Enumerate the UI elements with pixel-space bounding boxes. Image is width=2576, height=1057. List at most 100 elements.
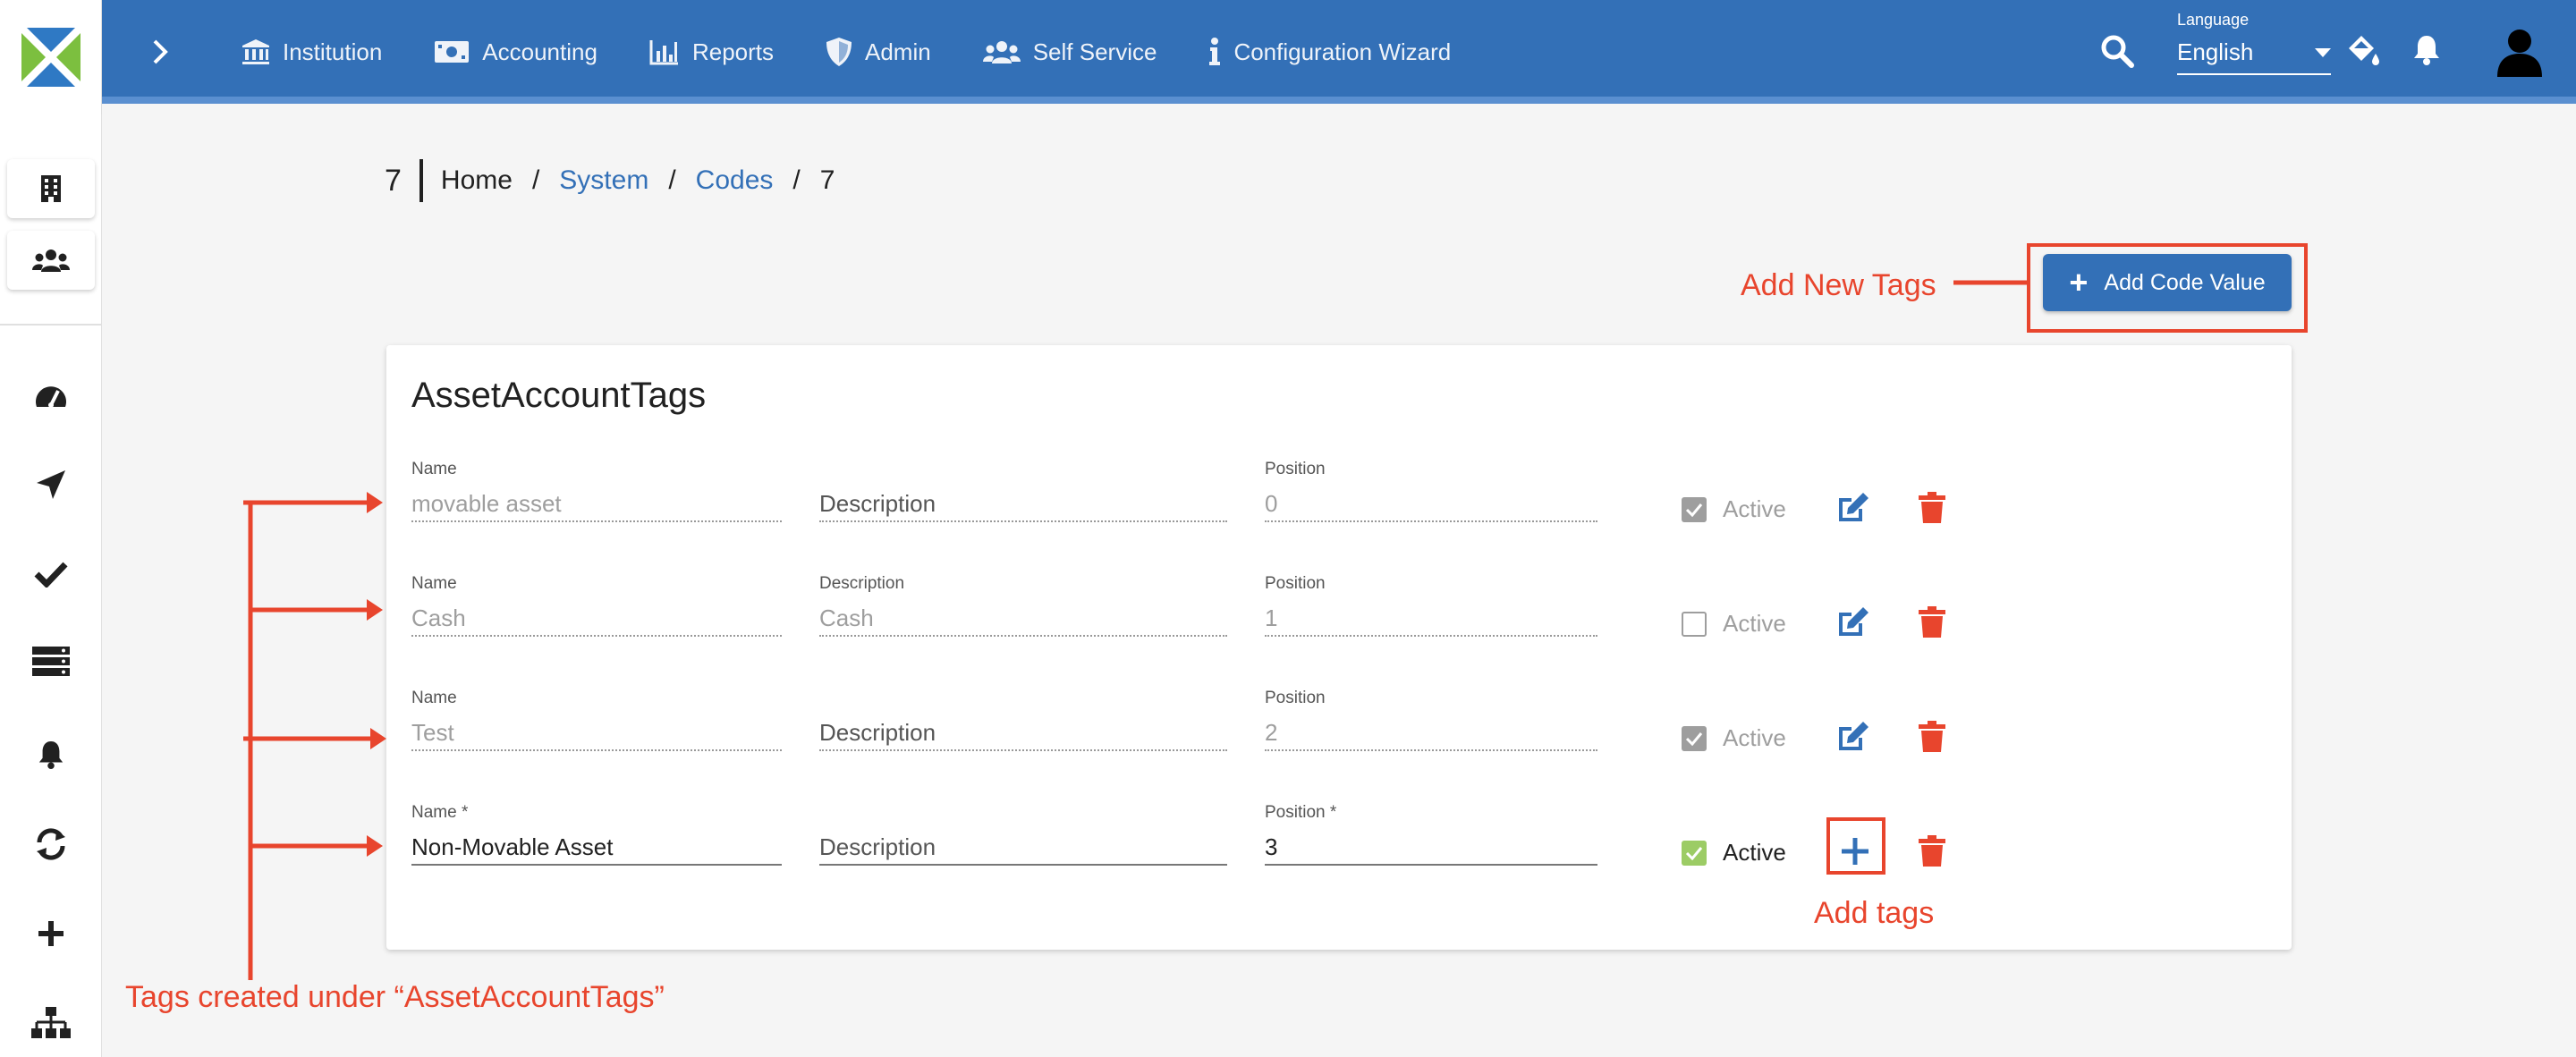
nav-reports[interactable]: Reports	[649, 38, 774, 66]
breadcrumb-separator: /	[668, 165, 676, 195]
sync-icon[interactable]	[31, 824, 71, 864]
position-field[interactable]: Position * 3	[1265, 803, 1597, 866]
delete-icon[interactable]	[1912, 717, 1952, 757]
nav-configuration-wizard[interactable]: Configuration Wizard	[1208, 38, 1451, 66]
paint-bucket-icon[interactable]	[2345, 32, 2381, 72]
bank-icon	[242, 39, 269, 64]
name-field[interactable]: Name * Non-Movable Asset	[411, 803, 782, 866]
active-checkbox[interactable]	[1682, 612, 1707, 637]
field-label: Position	[1265, 460, 1326, 478]
language-selected: English	[2177, 38, 2254, 65]
nav-admin[interactable]: Admin	[826, 37, 931, 67]
active-checkbox[interactable]	[1682, 497, 1707, 522]
field-label: Position	[1265, 689, 1326, 707]
description-field[interactable]: Description Cash	[819, 574, 1227, 637]
delete-icon[interactable]	[1912, 488, 1952, 528]
check-icon	[1685, 503, 1703, 517]
active-label: Active	[1723, 839, 1786, 866]
name-field[interactable]: Name movable asset	[411, 460, 782, 522]
dashboard-gauge-icon[interactable]	[31, 376, 71, 415]
name-input[interactable]: Cash	[411, 596, 782, 637]
breadcrumb-separator: /	[531, 165, 540, 195]
edit-icon[interactable]	[1834, 603, 1873, 642]
nav-accounting[interactable]: Accounting	[434, 38, 597, 66]
description-input[interactable]: Description	[819, 824, 1227, 866]
nav-label: Self Service	[1032, 38, 1157, 65]
annotation-add-new-tags: Add New Tags	[1741, 268, 1936, 302]
language-select[interactable]: Language English	[2177, 11, 2331, 75]
nav-label: Accounting	[482, 38, 597, 65]
check-icon	[1685, 732, 1703, 746]
active-label: Active	[1723, 724, 1786, 751]
server-list-icon[interactable]	[31, 642, 71, 681]
description-field[interactable]: Description	[819, 689, 1227, 751]
position-input[interactable]: 1	[1265, 596, 1597, 637]
sidebar-users-button[interactable]	[7, 231, 95, 290]
name-input[interactable]: Test	[411, 710, 782, 751]
position-field[interactable]: Position 1	[1265, 574, 1597, 637]
card-title: AssetAccountTags	[411, 376, 707, 415]
building-icon	[41, 175, 61, 202]
description-input[interactable]: Cash	[819, 596, 1227, 637]
nav-institution[interactable]: Institution	[242, 38, 382, 66]
add-code-value-highlight	[2027, 243, 2308, 333]
nav-self-service[interactable]: Self Service	[982, 38, 1157, 66]
breadcrumb-system[interactable]: System	[559, 165, 648, 196]
name-field[interactable]: Name Cash	[411, 574, 782, 637]
field-label	[819, 803, 1227, 824]
chevron-right-icon[interactable]	[143, 34, 179, 70]
page-number: 7	[385, 163, 402, 198]
main-nav: Institution Accounting Reports Admin Sel…	[242, 27, 1503, 77]
description-input[interactable]: Description	[819, 481, 1227, 522]
breadcrumb-current: 7	[819, 165, 835, 195]
field-label: Name *	[411, 803, 469, 822]
sidebar-institution-button[interactable]	[7, 159, 95, 218]
breadcrumb-divider	[419, 159, 423, 202]
nav-label: Admin	[865, 38, 931, 65]
delete-icon[interactable]	[1912, 603, 1952, 642]
field-label: Position *	[1265, 803, 1337, 822]
breadcrumb-separator: /	[792, 165, 801, 195]
code-values-card: AssetAccountTags Name movable asset Desc…	[386, 345, 2292, 950]
breadcrumb-home[interactable]: Home	[441, 165, 513, 196]
description-field[interactable]: Description	[819, 460, 1227, 522]
description-field[interactable]: Description	[819, 803, 1227, 866]
checkmark-icon[interactable]	[31, 554, 71, 594]
breadcrumb-codes[interactable]: Codes	[696, 165, 774, 196]
position-input[interactable]: 2	[1265, 710, 1597, 751]
language-value[interactable]: English	[2177, 38, 2331, 75]
breadcrumb: 7 Home / System / Codes / 7	[385, 159, 835, 202]
field-label	[819, 689, 1227, 710]
delete-icon[interactable]	[1912, 832, 1952, 871]
check-icon	[1685, 847, 1703, 860]
name-field[interactable]: Name Test	[411, 689, 782, 751]
position-field[interactable]: Position 2	[1265, 689, 1597, 751]
bell-icon[interactable]	[31, 735, 71, 774]
name-input[interactable]: movable asset	[411, 481, 782, 522]
notification-bell-icon[interactable]	[2411, 34, 2442, 71]
plus-icon[interactable]	[31, 914, 71, 953]
shield-icon	[826, 38, 852, 66]
org-chart-icon[interactable]	[31, 1003, 71, 1043]
edit-icon[interactable]	[1834, 488, 1873, 528]
active-checkbox[interactable]	[1682, 726, 1707, 751]
search-icon[interactable]	[2100, 34, 2134, 72]
field-label: Description	[819, 574, 905, 593]
info-icon	[1209, 38, 1221, 65]
users-icon	[982, 41, 1021, 63]
navigation-arrow-icon[interactable]	[31, 465, 71, 504]
position-input[interactable]: 0	[1265, 481, 1597, 522]
position-input[interactable]: 3	[1265, 824, 1597, 866]
active-checkbox[interactable]	[1682, 841, 1707, 866]
name-input[interactable]: Non-Movable Asset	[411, 824, 782, 866]
money-icon	[435, 41, 470, 63]
field-label: Position	[1265, 574, 1326, 593]
active-label: Active	[1723, 495, 1786, 522]
user-avatar-icon[interactable]	[2496, 27, 2544, 81]
description-input[interactable]: Description	[819, 710, 1227, 751]
position-field[interactable]: Position 0	[1265, 460, 1597, 522]
annotation-tags-created: Tags created under “AssetAccountTags”	[125, 980, 665, 1014]
edit-icon[interactable]	[1834, 717, 1873, 757]
nav-label: Configuration Wizard	[1233, 38, 1452, 65]
app-logo[interactable]	[0, 0, 102, 114]
